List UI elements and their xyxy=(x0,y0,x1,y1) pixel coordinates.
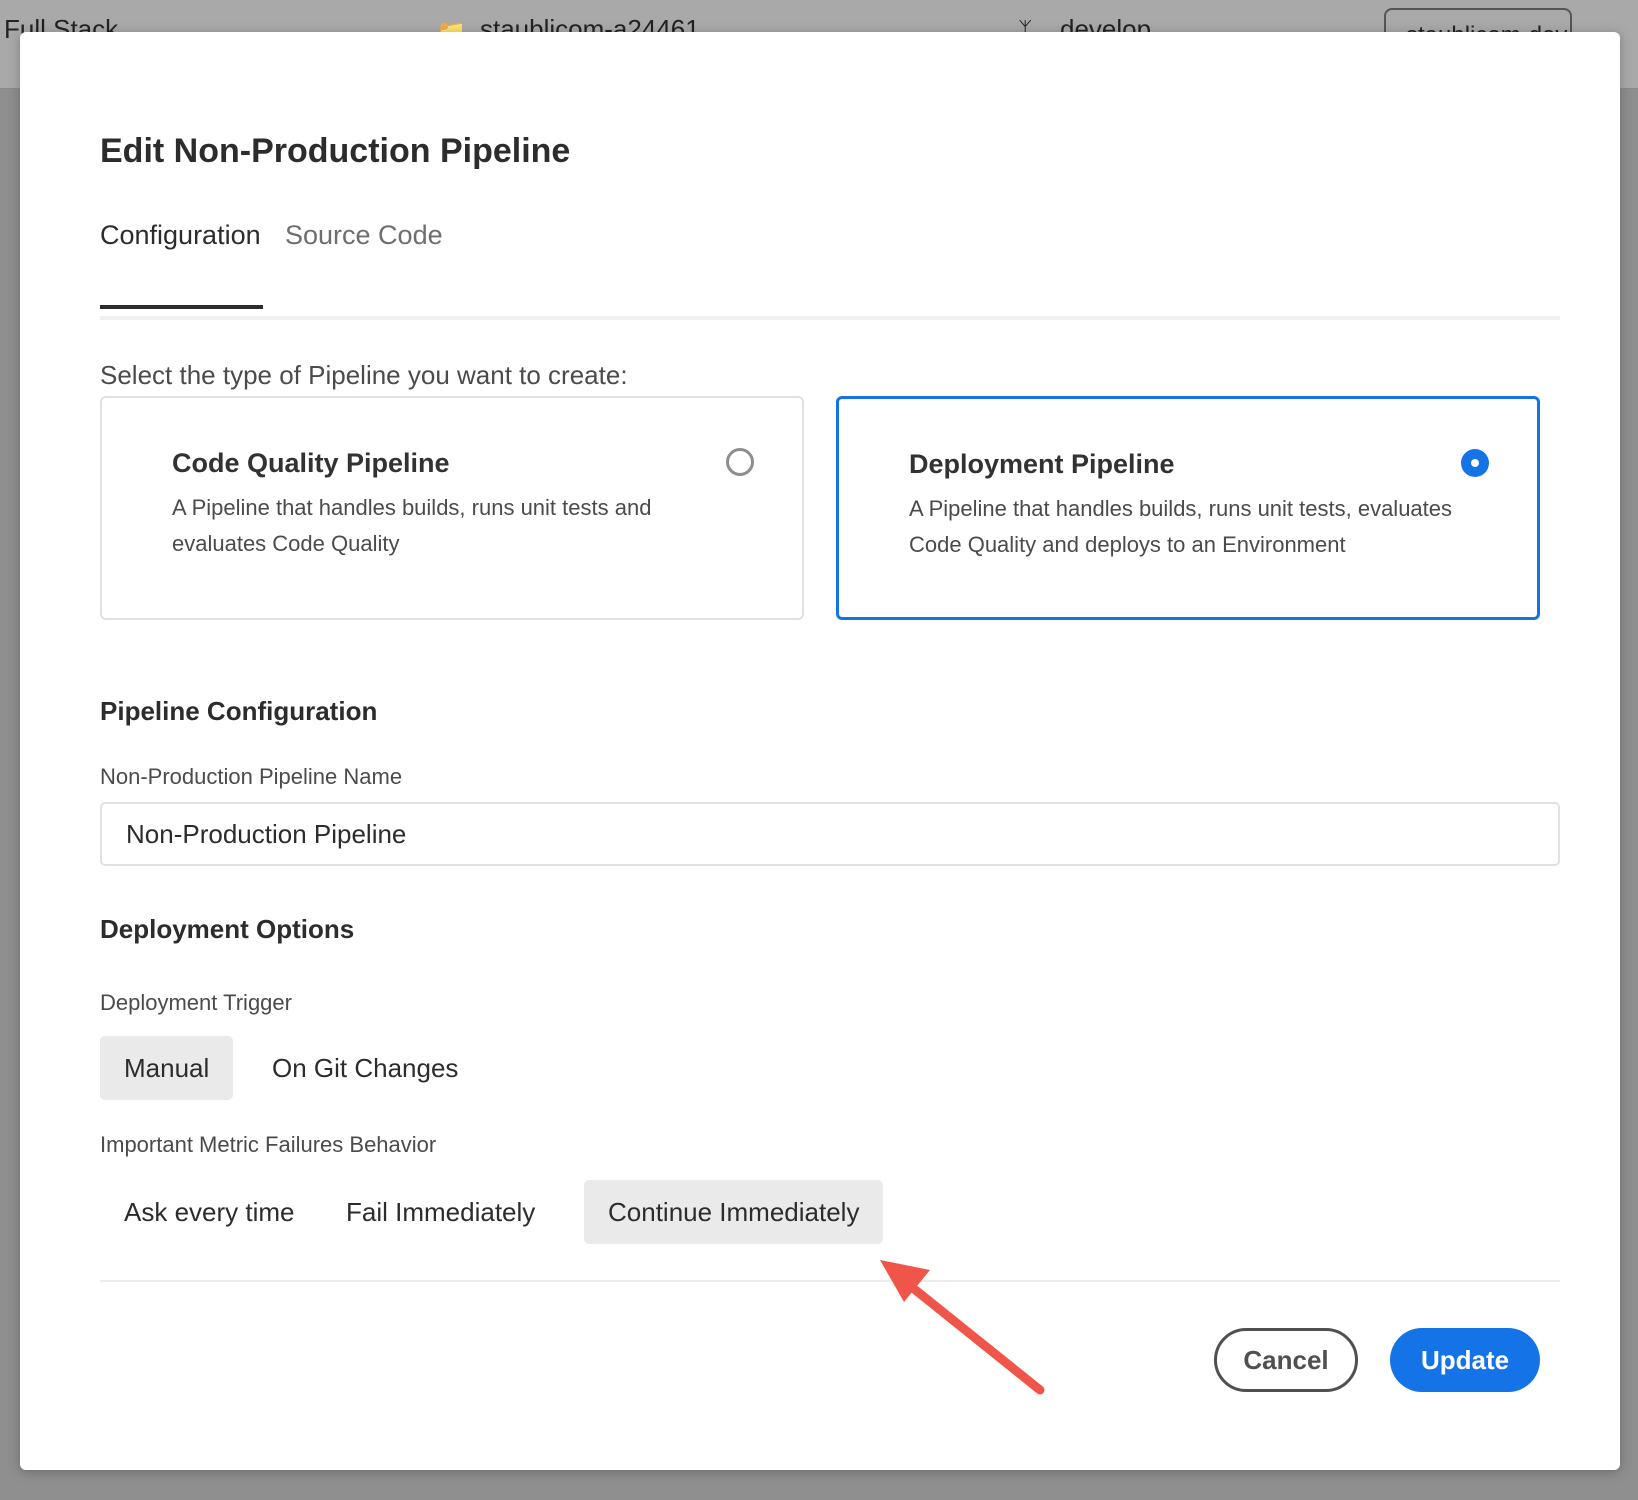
tab-configuration[interactable]: Configuration xyxy=(100,220,263,309)
tab-bar: Configuration Source Code xyxy=(100,220,1560,320)
behavior-fail-immediately-button[interactable]: Fail Immediately xyxy=(322,1180,559,1244)
footer-divider xyxy=(100,1280,1560,1282)
card-description: A Pipeline that handles builds, runs uni… xyxy=(909,496,1453,557)
trigger-on-git-changes-button[interactable]: On Git Changes xyxy=(248,1036,482,1100)
pipeline-type-prompt: Select the type of Pipeline you want to … xyxy=(100,360,628,390)
behavior-continue-immediately-button[interactable]: Continue Immediately xyxy=(584,1180,884,1244)
deployment-radio[interactable] xyxy=(1461,449,1489,477)
update-button[interactable]: Update xyxy=(1390,1328,1540,1392)
cancel-button[interactable]: Cancel xyxy=(1214,1328,1358,1392)
pipeline-name-input[interactable] xyxy=(100,802,1560,866)
card-title: Code Quality Pipeline xyxy=(172,448,450,478)
deployment-options-heading: Deployment Options xyxy=(100,914,355,944)
tab-source-code[interactable]: Source Code xyxy=(285,220,443,277)
pipeline-name-label: Non-Production Pipeline Name xyxy=(100,764,403,789)
dialog-title: Edit Non-Production Pipeline xyxy=(100,132,571,170)
card-description: A Pipeline that handles builds, runs uni… xyxy=(172,495,652,556)
deployment-trigger-label: Deployment Trigger xyxy=(100,990,292,1015)
behavior-ask-every-time-button[interactable]: Ask every time xyxy=(100,1180,319,1244)
trigger-manual-button[interactable]: Manual xyxy=(100,1036,234,1100)
deployment-pipeline-card[interactable]: Deployment Pipeline A Pipeline that hand… xyxy=(836,396,1540,620)
edit-pipeline-dialog: Edit Non-Production Pipeline Configurati… xyxy=(20,32,1620,1470)
card-title: Deployment Pipeline xyxy=(909,449,1175,479)
code-quality-radio[interactable] xyxy=(726,448,754,476)
metric-failures-label: Important Metric Failures Behavior xyxy=(100,1132,437,1157)
code-quality-pipeline-card[interactable]: Code Quality Pipeline A Pipeline that ha… xyxy=(100,396,804,620)
pipeline-configuration-heading: Pipeline Configuration xyxy=(100,696,378,726)
